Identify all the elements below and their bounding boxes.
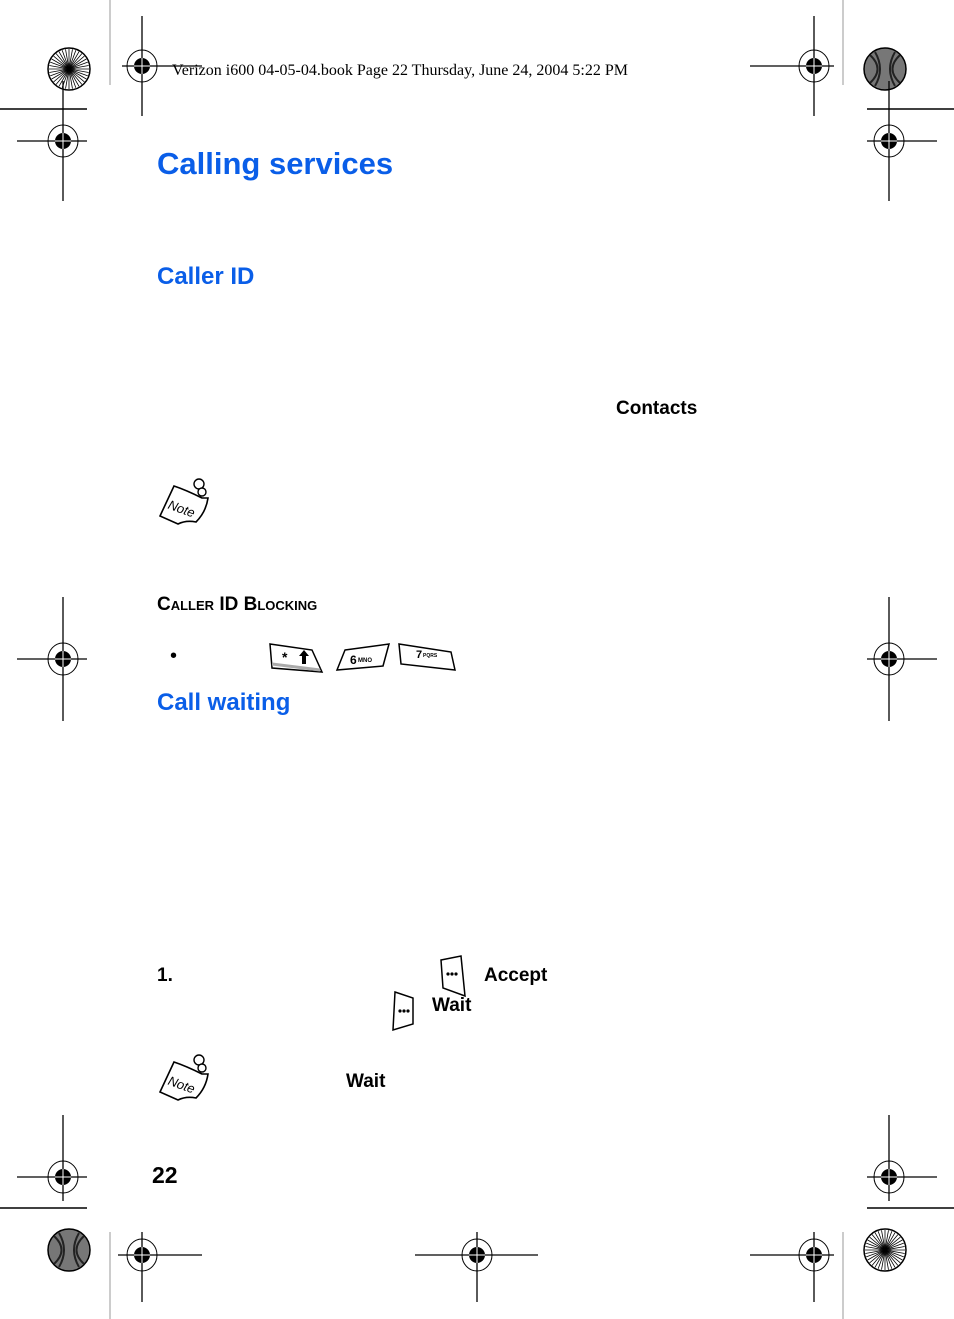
note-icon: Note <box>158 1054 209 1101</box>
registration-crosshair-icon <box>750 1232 834 1302</box>
book-header-info: Verizon i600 04-05-04.book Page 22 Thurs… <box>172 62 628 79</box>
section-heading-call-waiting: Call waiting <box>157 689 291 716</box>
registration-crosshair-icon <box>17 81 87 201</box>
registration-crosshair-icon <box>750 16 834 116</box>
right-softkey-icon <box>392 990 414 1032</box>
page-title: Calling services <box>157 146 394 181</box>
star-shift-key-icon: * <box>269 643 324 673</box>
moire-target-icon <box>47 1228 91 1272</box>
registration-crosshair-icon <box>415 1232 538 1302</box>
registration-crosshair-icon <box>867 1115 937 1201</box>
wait-softkey-label: Wait <box>432 995 472 1016</box>
registration-crosshair-icon <box>17 1115 87 1201</box>
crop-marks-layer <box>0 0 954 1319</box>
contacts-term: Contacts <box>616 398 698 419</box>
subsection-heading-caller-id-blocking: Caller ID Blocking <box>157 594 318 615</box>
accept-softkey-label: Accept <box>484 965 548 986</box>
registration-crosshair-icon <box>867 81 937 201</box>
svg-text:6: 6 <box>350 653 357 667</box>
svg-text:*: * <box>282 649 288 665</box>
registration-crosshair-icon <box>118 1232 202 1302</box>
left-softkey-icon <box>440 955 466 998</box>
svg-text:MNO: MNO <box>358 658 372 664</box>
moire-target-icon <box>863 47 907 91</box>
starburst-target-icon <box>47 47 91 91</box>
section-heading-caller-id: Caller ID <box>157 263 255 290</box>
svg-text:PQRS: PQRS <box>423 653 438 659</box>
note-icon: Note <box>158 478 209 525</box>
note-wait-term: Wait <box>346 1071 386 1092</box>
starburst-target-icon <box>863 1228 907 1272</box>
page-number: 22 <box>152 1162 178 1188</box>
registration-crosshair-icon <box>867 597 937 721</box>
step-number: 1. <box>157 965 173 986</box>
bullet: • <box>170 645 178 667</box>
seven-key-icon: 7 PQRS <box>398 643 456 671</box>
svg-text:7: 7 <box>416 649 422 661</box>
registration-crosshair-icon <box>17 597 87 721</box>
six-key-icon: 6 MNO <box>335 643 391 671</box>
